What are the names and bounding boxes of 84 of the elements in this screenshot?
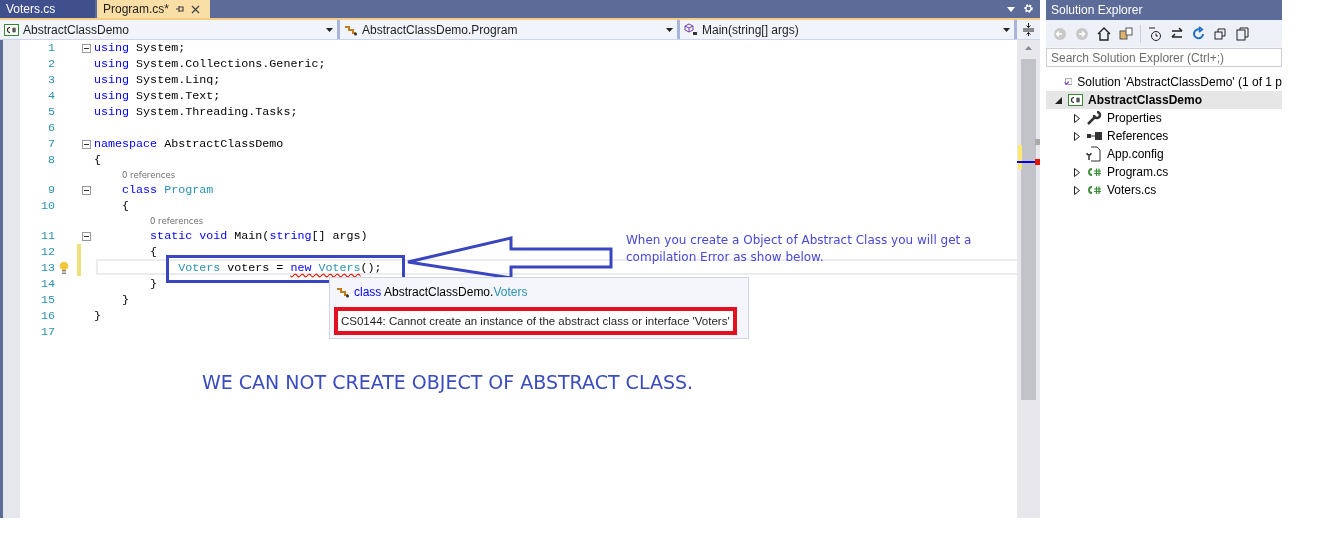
code-line: } [121, 293, 130, 307]
sync-icon[interactable] [1118, 25, 1134, 42]
line-number: 10 [39, 199, 55, 213]
code-line: { [149, 245, 158, 259]
tree-item[interactable]: Solution 'AbstractClassDemo' (1 of 1 p [1046, 73, 1282, 91]
annotation-note: When you create a Object of Abstract Class you will get a compilation Error as show below. [626, 232, 973, 266]
error-message: CS0144: Cannot create an instance of the abstract class or interface 'Voters' [334, 307, 737, 335]
class-icon [336, 286, 350, 298]
split-window-icon[interactable] [1023, 23, 1034, 36]
line-number: 17 [39, 325, 55, 339]
expand-arrow-icon[interactable] [1073, 113, 1080, 123]
collapse-icon[interactable] [82, 140, 91, 149]
code-line: { [94, 153, 101, 167]
expand-arrow-icon[interactable] [1073, 185, 1080, 195]
annotation-heading: WE CAN NOT CREATE OBJECT OF ABSTRACT CLASS. [202, 371, 694, 393]
tree-item[interactable]: AbstractClassDemo [1046, 91, 1282, 109]
collapse-icon[interactable] [82, 186, 91, 195]
reference-count[interactable]: 0 references [150, 216, 204, 226]
code-line: Voters voters = new Voters(); [177, 261, 382, 275]
expand-arrow-icon[interactable] [1073, 131, 1080, 141]
type-signature: class AbstractClassDemo.Voters [354, 285, 528, 299]
line-number: 11 [39, 229, 55, 243]
reference-count[interactable]: 0 references [122, 170, 176, 180]
code-line: using System.Text; [94, 89, 221, 103]
lightbulb-icon[interactable] [59, 261, 69, 275]
code-line: static void Main(string[] args) [149, 229, 368, 243]
copy-icon[interactable] [1235, 25, 1251, 42]
code-line: { [121, 199, 130, 213]
tree-item[interactable]: Voters.cs [1046, 181, 1282, 199]
line-number: 4 [47, 89, 55, 103]
tree-item[interactable]: App.config [1046, 145, 1282, 163]
line-number: 2 [47, 57, 55, 71]
line-number: 15 [39, 293, 55, 307]
line-number: 14 [39, 277, 55, 291]
line-number: 12 [39, 245, 55, 259]
home-icon[interactable] [1096, 25, 1112, 42]
tree-item[interactable]: Program.cs [1046, 163, 1282, 181]
code-line: using System; [94, 41, 186, 55]
csharp-file-icon [1086, 185, 1102, 195]
code-editor[interactable] [3, 40, 1040, 518]
line-number: 16 [39, 309, 55, 323]
code-line: class Program [121, 183, 214, 197]
tree-item[interactable]: Properties [1046, 109, 1282, 127]
collapse-icon[interactable] [82, 232, 91, 241]
dropdown-caret-icon[interactable] [326, 27, 333, 32]
cube-icon [684, 23, 698, 36]
collapse-arrow-icon[interactable] [1055, 96, 1062, 104]
settings-icon[interactable] [1023, 3, 1034, 14]
line-number: 6 [47, 121, 55, 135]
config-file-icon [1086, 146, 1102, 162]
dropdown-caret-icon[interactable] [666, 27, 673, 32]
collapse-all-icon[interactable] [1213, 25, 1229, 42]
code-line: using System.Threading.Tasks; [94, 105, 298, 119]
history-icon[interactable] [1147, 25, 1163, 42]
file-tab[interactable]: Voters.cs [0, 0, 95, 18]
code-line: } [94, 309, 101, 323]
line-number: 7 [47, 137, 55, 151]
csharp-project-icon [4, 23, 19, 36]
line-number: 13 [39, 261, 55, 275]
references-icon [1086, 131, 1102, 141]
file-tab[interactable]: Program.cs* [97, 0, 210, 18]
csharp-project-icon [1068, 94, 1083, 106]
collapse-icon[interactable] [82, 44, 91, 53]
code-line: using System.Collections.Generic; [94, 57, 326, 71]
code-line: namespace AbstractClassDemo [94, 137, 284, 151]
code-line: using System.Linq; [94, 73, 221, 87]
wrench-icon [1086, 111, 1102, 125]
line-number: 8 [47, 153, 55, 167]
dropdown-caret-icon[interactable] [1003, 27, 1010, 32]
search-field[interactable]: Search Solution Explorer (Ctrl+;) [1046, 48, 1282, 67]
expand-arrow-icon[interactable] [1073, 167, 1080, 177]
line-number: 5 [47, 105, 55, 119]
line-number: 1 [47, 41, 55, 55]
panel-title: Solution Explorer [1051, 3, 1143, 17]
refresh-icon[interactable] [1191, 25, 1207, 42]
line-number: 3 [47, 73, 55, 87]
vertical-scrollbar[interactable] [1017, 40, 1040, 518]
tree-item[interactable]: References [1046, 127, 1282, 145]
line-number: 9 [47, 183, 55, 197]
csharp-file-icon [1086, 167, 1102, 177]
class-icon [344, 23, 358, 36]
code-line: } [149, 277, 158, 291]
pin-icon[interactable] [175, 4, 186, 14]
close-icon[interactable] [191, 4, 201, 14]
